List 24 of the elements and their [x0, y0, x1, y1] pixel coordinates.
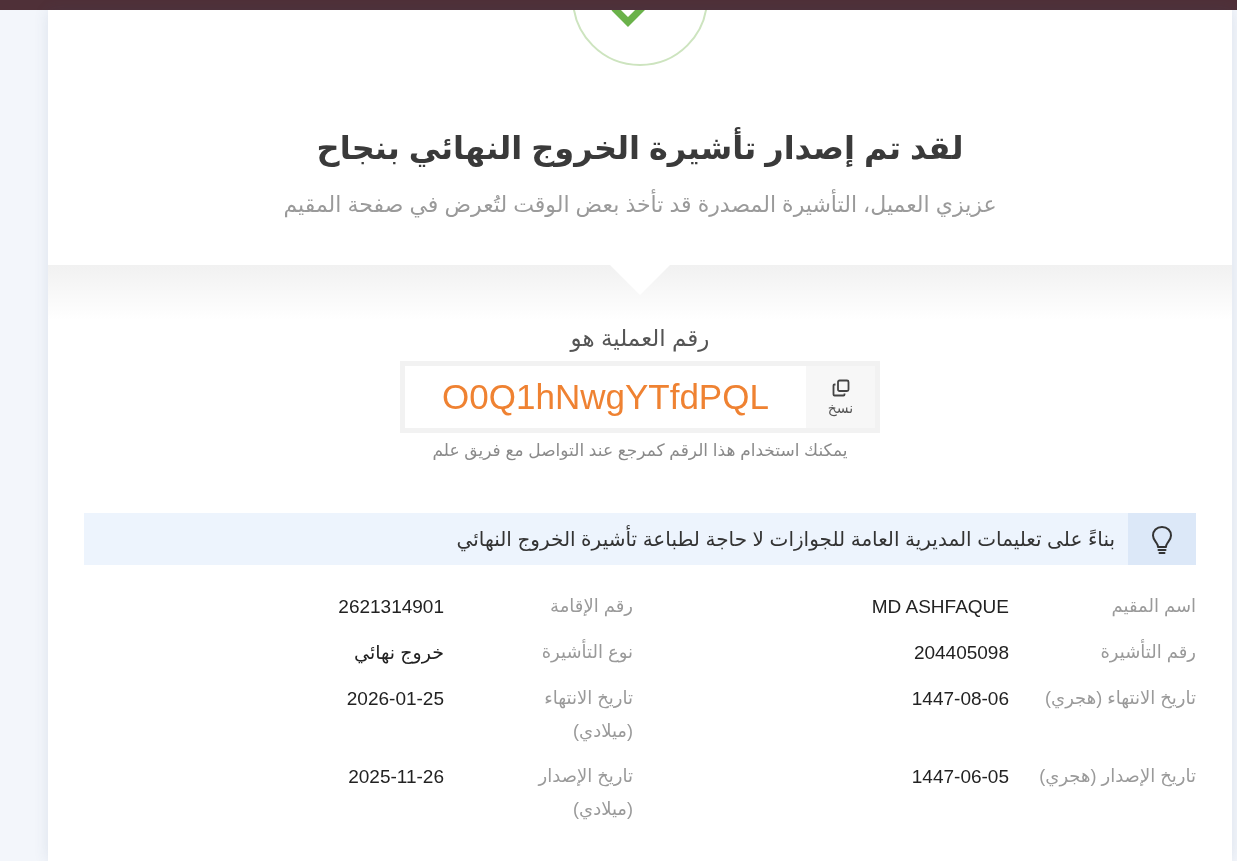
field-value: 2025-11-26 — [348, 766, 444, 787]
lightbulb-icon — [1128, 513, 1196, 565]
field-label: رقم الإقامة — [550, 596, 633, 616]
copy-button[interactable]: نسخ — [806, 366, 875, 428]
field-label: تاريخ الإصدار (هجري) — [1039, 766, 1196, 786]
field-label: اسم المقيم — [1111, 596, 1196, 616]
field-value: 1447-06-05 — [911, 766, 1009, 787]
field-value: 204405098 — [913, 642, 1009, 663]
field-value: خروج نهائي — [354, 642, 444, 663]
reference-label: رقم العملية هو — [570, 325, 710, 351]
field-label: تاريخ الانتهاء (ميلادي) — [544, 688, 633, 741]
field-value: 2621314901 — [338, 596, 444, 617]
notice-text: بناءً على تعليمات المديرية العامة للجوازات لا حاجة لطباعة تأشيرة الخروج النهائي — [456, 524, 1128, 554]
field-label: تاريخ الانتهاء (هجري) — [1045, 688, 1196, 708]
page-title: لقد تم إصدار تأشيرة الخروج النهائي بنجاح — [48, 124, 1232, 172]
reference-number: O0Q1hNwgYTfdPQL — [442, 376, 769, 418]
field-value: 1447-08-06 — [911, 688, 1009, 709]
copy-icon — [831, 378, 850, 397]
reference-hint: يمكنك استخدام هذا الرقم كمرجع عند التواصل مع فريق علم — [432, 441, 848, 460]
field-label: تاريخ الإصدار (ميلادي) — [538, 766, 633, 819]
success-check-icon — [570, 10, 710, 66]
field-value: 2026-01-25 — [346, 688, 444, 709]
field-value: MD ASHFAQUE — [871, 596, 1009, 617]
page-subtitle: عزيزي العميل، التأشيرة المصدرة قد تأخذ بعض الوقت لتُعرض في صفحة المقيم — [48, 190, 1232, 220]
